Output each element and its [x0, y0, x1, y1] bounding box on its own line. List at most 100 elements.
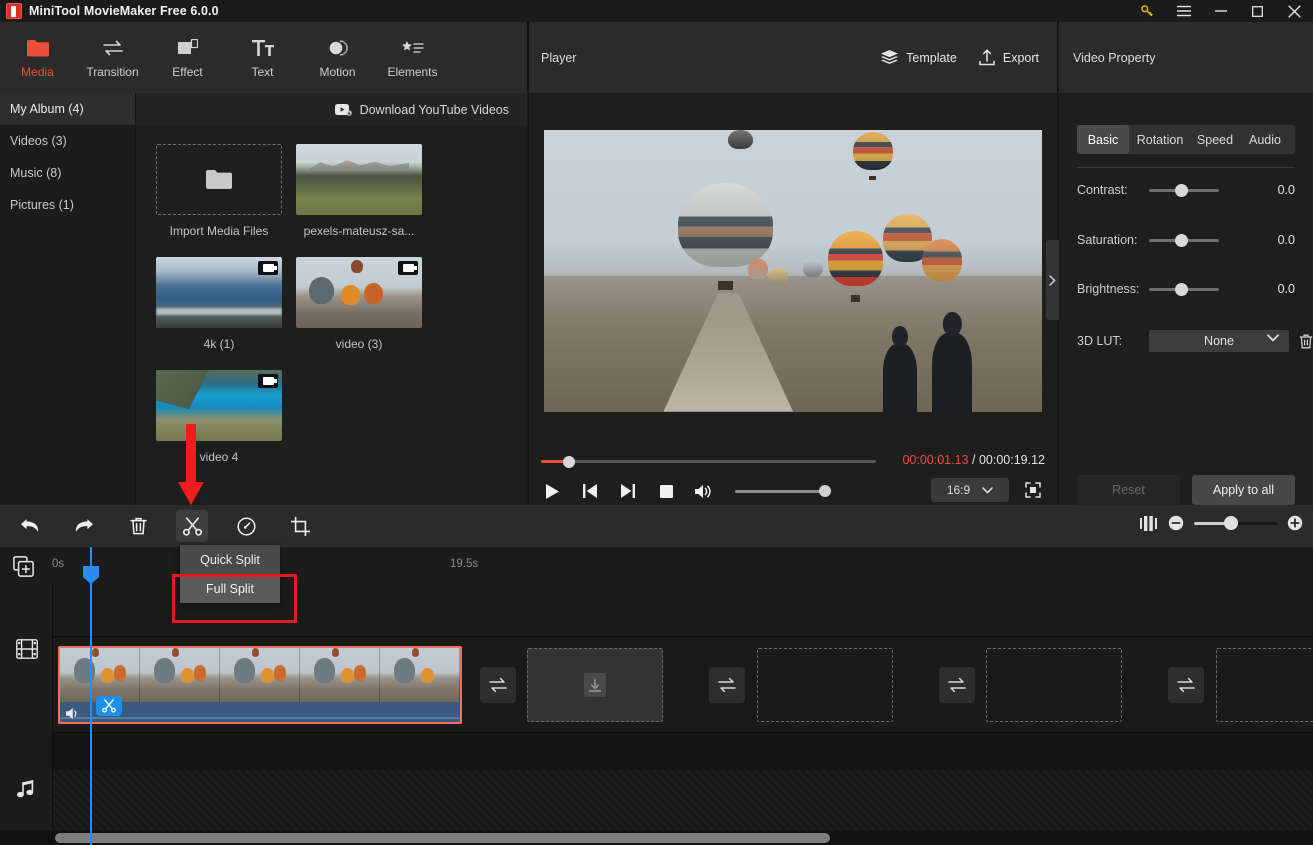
zoom-slider[interactable]	[1194, 516, 1277, 530]
scrollbar-thumb[interactable]	[55, 833, 830, 843]
tab-speed[interactable]: Speed	[1191, 125, 1239, 154]
media-thumbnail[interactable]	[296, 257, 422, 328]
property-actions: Reset Apply to all	[1077, 475, 1295, 505]
media-item-image[interactable]: pexels-mateusz-sa...	[296, 144, 422, 238]
media-thumbnail[interactable]	[156, 257, 282, 328]
add-media-icon[interactable]	[12, 555, 34, 577]
contrast-slider[interactable]	[1149, 183, 1219, 197]
balloon-top	[852, 132, 893, 181]
slider-handle[interactable]	[1175, 183, 1188, 197]
nav-item-my-album[interactable]: My Album (4)	[0, 93, 135, 125]
split-button[interactable]	[176, 510, 208, 542]
redo-button[interactable]	[68, 510, 100, 542]
video-lane[interactable]	[53, 638, 1313, 733]
download-youtube-button[interactable]: Download YouTube Videos	[334, 93, 509, 126]
saturation-slider[interactable]	[1149, 233, 1219, 247]
import-dropzone[interactable]	[156, 144, 282, 215]
tab-basic[interactable]: Basic	[1077, 125, 1129, 154]
tab-media[interactable]: Media	[0, 22, 75, 93]
tab-effect[interactable]: Effect	[150, 22, 225, 93]
apply-to-all-button[interactable]: Apply to all	[1192, 475, 1295, 505]
nav-item-pictures[interactable]: Pictures (1)	[0, 189, 135, 221]
media-placeholder-1[interactable]	[527, 648, 663, 722]
media-item-import[interactable]: Import Media Files	[156, 144, 282, 238]
split-badge-icon[interactable]	[96, 696, 122, 716]
media-placeholder-4[interactable]	[1216, 648, 1313, 722]
media-placeholder-2[interactable]	[757, 648, 893, 722]
player-header: Player Template Export	[529, 22, 1057, 93]
tab-text[interactable]: Text	[225, 22, 300, 93]
speed-button[interactable]	[230, 510, 262, 542]
video-preview[interactable]	[544, 129, 1042, 412]
menu-item-quick-split[interactable]: Quick Split	[180, 545, 280, 574]
media-thumbnail[interactable]	[156, 370, 282, 441]
time-separator: /	[971, 453, 976, 467]
next-frame-button[interactable]	[615, 480, 641, 502]
reset-button[interactable]: Reset	[1077, 475, 1180, 505]
media-placeholder-3[interactable]	[986, 648, 1122, 722]
fullscreen-button[interactable]	[1021, 478, 1045, 502]
crop-button[interactable]	[284, 510, 316, 542]
menu-item-full-split[interactable]: Full Split	[180, 574, 280, 603]
minimize-icon[interactable]	[1202, 0, 1239, 22]
video-clip[interactable]	[58, 646, 462, 724]
stop-button[interactable]	[653, 480, 679, 502]
tab-transition[interactable]: Transition	[75, 22, 150, 93]
text-icon	[251, 37, 274, 59]
volume-button[interactable]	[691, 480, 717, 502]
tab-motion[interactable]: Motion	[300, 22, 375, 93]
tab-elements[interactable]: Elements	[375, 22, 450, 93]
media-item-4k[interactable]: 4k (1)	[156, 257, 282, 351]
export-button[interactable]: Export	[979, 49, 1039, 66]
track-headers	[0, 584, 53, 845]
transition-slot[interactable]	[1168, 667, 1204, 703]
playback-controls	[539, 480, 831, 502]
previous-frame-button[interactable]	[577, 480, 603, 502]
lut-label: 3D LUT:	[1077, 334, 1123, 348]
maximize-icon[interactable]	[1239, 0, 1276, 22]
playhead[interactable]	[90, 547, 92, 845]
transition-slot[interactable]	[939, 667, 975, 703]
slider-handle[interactable]	[1175, 282, 1188, 296]
audio-waveform	[60, 717, 460, 719]
brightness-label: Brightness:	[1077, 282, 1140, 296]
seek-slider[interactable]	[541, 455, 876, 468]
timeline-scrollbar[interactable]	[0, 830, 1313, 845]
trash-icon[interactable]	[1299, 334, 1313, 349]
slider-handle[interactable]	[1175, 233, 1188, 247]
collapse-panel-button[interactable]	[1046, 240, 1059, 320]
nav-item-music[interactable]: Music (8)	[0, 157, 135, 189]
tab-audio[interactable]: Audio	[1239, 125, 1291, 154]
hamburger-icon[interactable]	[1165, 0, 1202, 22]
delete-button[interactable]	[122, 510, 154, 542]
seek-handle[interactable]	[563, 455, 575, 468]
zoom-in-icon[interactable]	[1287, 515, 1303, 531]
zoom-out-icon[interactable]	[1168, 515, 1184, 531]
play-button[interactable]	[539, 480, 565, 502]
download-slot-icon	[584, 673, 606, 697]
volume-slider[interactable]	[735, 485, 831, 497]
volume-handle[interactable]	[819, 485, 831, 497]
aspect-ratio-value: 16:9	[946, 483, 971, 497]
audio-lane[interactable]	[53, 734, 1313, 834]
zoom-handle[interactable]	[1224, 516, 1238, 530]
fit-timeline-icon[interactable]	[1140, 515, 1158, 531]
brightness-slider[interactable]	[1149, 282, 1219, 296]
key-icon[interactable]	[1128, 0, 1165, 22]
transition-slot[interactable]	[709, 667, 745, 703]
media-item-video4[interactable]: video 4	[156, 370, 282, 464]
close-icon[interactable]	[1276, 0, 1313, 22]
lut-select[interactable]: None	[1149, 330, 1289, 352]
media-thumbnail[interactable]	[296, 144, 422, 215]
nav-label: Pictures (1)	[10, 198, 74, 212]
aspect-ratio-select[interactable]: 16:9	[931, 478, 1009, 502]
saturation-label: Saturation:	[1077, 233, 1138, 247]
undo-button[interactable]	[14, 510, 46, 542]
nav-item-videos[interactable]: Videos (3)	[0, 125, 135, 157]
media-item-video3[interactable]: video (3)	[296, 257, 422, 351]
clip-mute-icon[interactable]	[66, 707, 81, 720]
video-property-panel: Video Property Basic Rotation Speed Audi…	[1046, 22, 1313, 505]
transition-slot[interactable]	[480, 667, 516, 703]
template-button[interactable]: Template	[881, 49, 957, 66]
tab-rotation[interactable]: Rotation	[1129, 125, 1191, 154]
